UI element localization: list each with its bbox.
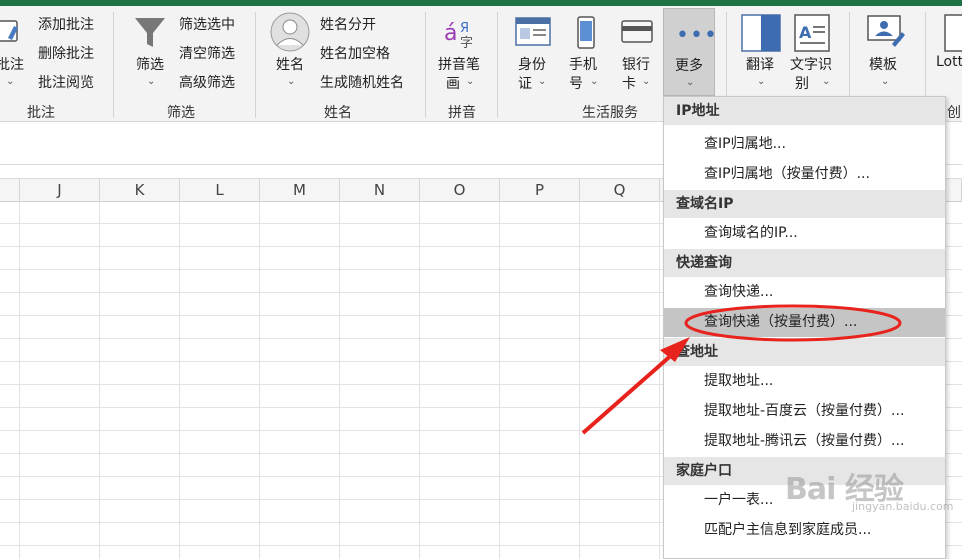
menu-item-extract-address-tencent[interactable]: 提取地址-腾讯云（按量付费）...: [664, 427, 945, 456]
mobile-number-label-2[interactable]: 号: [569, 73, 583, 93]
pinyin-icon[interactable]: áЯ字: [442, 14, 480, 54]
column-header-p[interactable]: P: [500, 179, 580, 201]
column-header-o[interactable]: O: [420, 179, 500, 201]
menu-section-express: 快递查询: [664, 249, 945, 277]
random-name-button[interactable]: 生成随机姓名: [320, 72, 404, 92]
svg-text:á: á: [444, 21, 457, 46]
column-header-j[interactable]: J: [20, 179, 100, 201]
advanced-filter-button[interactable]: 高级筛选: [179, 72, 235, 92]
add-comment-button[interactable]: 添加批注: [38, 14, 94, 34]
svg-text:A: A: [799, 23, 812, 42]
chevron-down-icon[interactable]: ⌄: [6, 76, 14, 87]
mobile-phone-icon[interactable]: [576, 16, 596, 54]
translate-label[interactable]: 翻译: [746, 54, 774, 74]
grid-column-line: [99, 201, 100, 559]
id-card-label-2[interactable]: 证: [518, 73, 532, 93]
grid-column-line: [339, 201, 340, 559]
partial-group-label: 创: [947, 105, 961, 121]
menu-item-match-householder[interactable]: 匹配户主信息到家庭成员...: [664, 516, 945, 545]
column-header-k[interactable]: K: [100, 179, 180, 201]
lottery-label[interactable]: Lotte: [936, 54, 962, 70]
ribbon-separator: [497, 12, 498, 118]
review-comment-button[interactable]: 批注阅览: [38, 72, 94, 92]
column-header-partial[interactable]: [0, 179, 20, 201]
menu-section-ip: IP地址: [664, 97, 945, 125]
menu-item-query-express[interactable]: 查询快递...: [664, 278, 945, 307]
ribbon-separator: [113, 12, 114, 118]
column-header-q[interactable]: Q: [580, 179, 660, 201]
chevron-down-icon[interactable]: ⌄: [466, 76, 474, 87]
avatar-icon[interactable]: [270, 12, 310, 56]
menu-item-query-express-paid[interactable]: 查询快递（按量付费）...: [664, 308, 945, 337]
column-header-l[interactable]: L: [180, 179, 260, 201]
comment-big-label[interactable]: 批注: [0, 54, 24, 74]
menu-section-domain-ip: 查域名IP: [664, 190, 945, 218]
id-card-icon[interactable]: [515, 16, 551, 52]
grid-column-line: [579, 201, 580, 559]
template-label[interactable]: 模板: [869, 54, 897, 74]
template-icon[interactable]: [866, 14, 906, 56]
baidu-watermark-url: jingyan.baidu.com: [852, 500, 954, 513]
life-service-group-label: 生活服务: [582, 105, 638, 121]
column-header-n[interactable]: N: [340, 179, 420, 201]
pinyin-group-label: 拼音: [448, 105, 476, 121]
mobile-number-label[interactable]: 手机: [569, 54, 597, 74]
column-header-m[interactable]: M: [260, 179, 340, 201]
bank-card-icon[interactable]: [621, 18, 653, 50]
name-group-label: 姓名: [324, 105, 352, 121]
filter-big-label[interactable]: 筛选: [136, 54, 164, 74]
pinyin-stroke-label-2[interactable]: 画: [446, 73, 460, 93]
filter-group-label: 筛选: [167, 105, 195, 121]
ribbon-separator: [255, 12, 256, 118]
bank-card-label-2[interactable]: 卡: [622, 73, 636, 93]
lottery-icon[interactable]: [944, 14, 962, 56]
chevron-down-icon[interactable]: ⌄: [147, 76, 155, 87]
ocr-label-2[interactable]: 别: [795, 73, 809, 93]
comment-group-label: 批注: [27, 105, 55, 121]
split-name-button[interactable]: 姓名分开: [320, 14, 376, 34]
translate-icon[interactable]: [741, 14, 781, 56]
name-big-label[interactable]: 姓名: [276, 54, 304, 74]
svg-text:字: 字: [460, 36, 473, 50]
comment-icon[interactable]: [0, 18, 22, 52]
chevron-down-icon: ⌄: [686, 77, 695, 88]
name-add-space-button[interactable]: 姓名加空格: [320, 43, 390, 63]
more-dots-icon: •••: [676, 23, 718, 48]
clear-filter-button[interactable]: 清空筛选: [179, 43, 235, 63]
chevron-down-icon[interactable]: ⌄: [642, 76, 650, 87]
menu-item-extract-address[interactable]: 提取地址...: [664, 367, 945, 396]
more-label: 更多: [675, 58, 703, 74]
delete-comment-button[interactable]: 删除批注: [38, 43, 94, 63]
ocr-label[interactable]: 文字识: [790, 54, 832, 74]
chevron-down-icon[interactable]: ⌄: [822, 76, 830, 87]
grid-column-line: [419, 201, 420, 559]
menu-section-address: 查地址: [664, 338, 945, 366]
menu-item-extract-address-baidu[interactable]: 提取地址-百度云（按量付费）...: [664, 397, 945, 426]
chevron-down-icon[interactable]: ⌄: [287, 76, 295, 87]
ribbon-separator: [425, 12, 426, 118]
svg-text:Я: Я: [460, 21, 469, 36]
chevron-down-icon[interactable]: ⌄: [538, 76, 546, 87]
grid-column-line: [179, 201, 180, 559]
menu-item-query-ip[interactable]: 查IP归属地...: [664, 130, 945, 159]
grid-column-line: [19, 201, 20, 559]
chevron-down-icon[interactable]: ⌄: [757, 76, 765, 87]
menu-item-query-ip-paid[interactable]: 查IP归属地（按量付费）...: [664, 160, 945, 189]
filter-selected-button[interactable]: 筛选选中: [179, 14, 235, 34]
chevron-down-icon[interactable]: ⌄: [590, 76, 598, 87]
bank-card-label[interactable]: 银行: [622, 54, 650, 74]
grid-column-line: [259, 201, 260, 559]
pinyin-stroke-label[interactable]: 拼音笔: [438, 54, 480, 74]
id-card-label[interactable]: 身份: [518, 54, 546, 74]
more-button[interactable]: ••• 更多 ⌄: [663, 8, 718, 96]
filter-icon[interactable]: [133, 14, 167, 54]
grid-column-line: [499, 201, 500, 559]
ocr-icon[interactable]: A: [794, 14, 830, 56]
chevron-down-icon[interactable]: ⌄: [881, 76, 889, 87]
grid-column-line: [659, 201, 660, 559]
menu-item-query-domain-ip[interactable]: 查询域名的IP...: [664, 219, 945, 248]
